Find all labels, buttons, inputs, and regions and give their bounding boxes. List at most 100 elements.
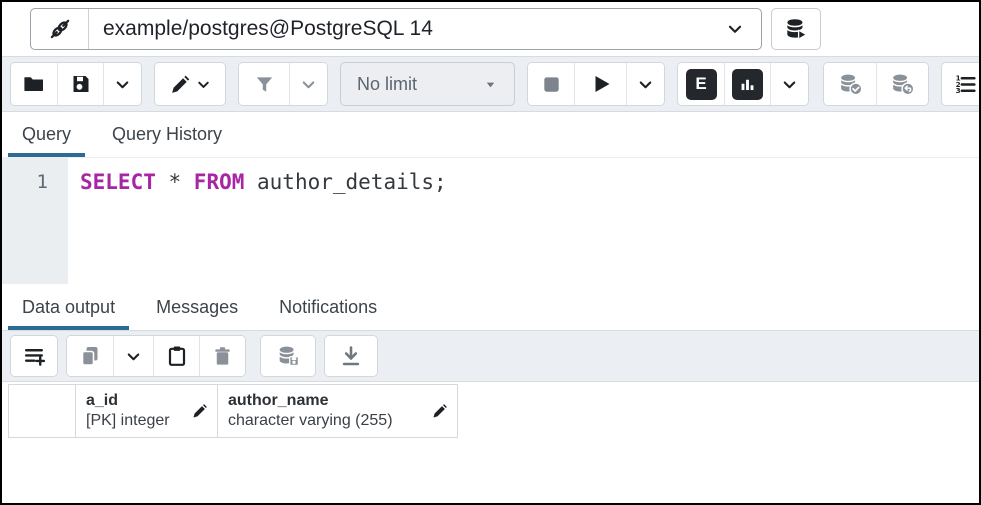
execute-options-button[interactable] bbox=[626, 63, 664, 105]
folder-icon bbox=[22, 72, 46, 96]
trash-icon bbox=[211, 345, 234, 368]
tab-data-output[interactable]: Data output bbox=[8, 284, 129, 330]
column-header-text: author_name character varying (255) bbox=[228, 391, 427, 431]
query-toolbar: No limit bbox=[2, 56, 979, 112]
save-data-group bbox=[260, 335, 316, 377]
edit-button-group bbox=[154, 62, 226, 106]
play-icon bbox=[589, 72, 613, 96]
save-file-button[interactable] bbox=[57, 63, 103, 105]
connection-chevron-down-icon bbox=[709, 18, 761, 40]
edit-menu-button[interactable] bbox=[155, 63, 225, 105]
grid-header-row: a_id [PK] integer author_name character … bbox=[8, 384, 979, 438]
chevron-down-icon bbox=[195, 76, 212, 93]
database-commit-icon bbox=[837, 71, 864, 98]
data-output-toolbar bbox=[2, 330, 979, 382]
sql-editor: 1 SELECT * FROM author_details; bbox=[2, 158, 979, 284]
delete-row-button[interactable] bbox=[199, 336, 245, 376]
tab-query-label: Query bbox=[22, 124, 71, 145]
column-header-author-name[interactable]: author_name character varying (255) bbox=[218, 384, 458, 438]
filter-button[interactable] bbox=[239, 63, 289, 105]
explain-analyze-icon bbox=[732, 69, 763, 100]
tab-messages[interactable]: Messages bbox=[142, 284, 252, 330]
macro-button-group: 1 2 3 bbox=[941, 62, 981, 106]
copy-button[interactable] bbox=[67, 336, 113, 376]
sql-operator: * bbox=[156, 170, 194, 194]
column-name: a_id bbox=[86, 391, 187, 411]
connection-label: example/postgres@PostgreSQL 14 bbox=[89, 17, 709, 41]
tab-data-output-label: Data output bbox=[22, 297, 115, 318]
download-results-button[interactable] bbox=[325, 336, 377, 376]
pencil-icon bbox=[169, 73, 192, 96]
query-tool-window: example/postgres@PostgreSQL 14 bbox=[0, 0, 981, 505]
filter-button-group bbox=[238, 62, 328, 106]
line-number: 1 bbox=[2, 167, 68, 197]
execute-button[interactable] bbox=[574, 63, 626, 105]
edit-column-pencil-icon bbox=[191, 402, 209, 420]
paste-button[interactable] bbox=[153, 336, 199, 376]
column-header-a-id[interactable]: a_id [PK] integer bbox=[76, 384, 218, 438]
column-header-text: a_id [PK] integer bbox=[86, 391, 187, 431]
tab-query-history[interactable]: Query History bbox=[98, 112, 236, 157]
copy-options-button[interactable] bbox=[113, 336, 153, 376]
database-rollback-icon bbox=[889, 71, 916, 98]
output-tabs: Data output Messages Notifications bbox=[2, 284, 979, 330]
execute-button-group bbox=[527, 62, 665, 106]
chevron-down-icon bbox=[124, 347, 143, 366]
explain-icon: E bbox=[686, 69, 717, 100]
download-icon bbox=[339, 344, 363, 368]
add-row-button[interactable] bbox=[11, 336, 57, 376]
open-file-button[interactable] bbox=[11, 63, 57, 105]
database-connect-icon bbox=[783, 16, 809, 42]
explain-options-button[interactable] bbox=[770, 63, 808, 105]
tab-notifications-label: Notifications bbox=[279, 297, 377, 318]
filter-options-button[interactable] bbox=[289, 63, 327, 105]
tab-query[interactable]: Query bbox=[8, 112, 85, 157]
new-connection-button[interactable] bbox=[771, 8, 821, 50]
tab-query-history-label: Query History bbox=[112, 124, 222, 145]
explain-button-group: E bbox=[677, 62, 809, 106]
chevron-down-icon bbox=[113, 75, 132, 94]
macros-button[interactable]: 1 2 3 bbox=[942, 63, 981, 105]
sql-keyword: SELECT bbox=[80, 170, 156, 194]
edit-column-pencil-icon bbox=[431, 402, 449, 420]
explain-button[interactable]: E bbox=[678, 63, 724, 105]
clipboard-group bbox=[66, 335, 246, 377]
add-row-icon bbox=[22, 344, 47, 369]
row-number-header-cell[interactable] bbox=[8, 384, 76, 438]
tab-notifications[interactable]: Notifications bbox=[265, 284, 391, 330]
connection-select[interactable]: example/postgres@PostgreSQL 14 bbox=[30, 8, 762, 50]
transaction-button-group bbox=[823, 62, 929, 106]
stop-button[interactable] bbox=[528, 63, 574, 105]
tab-messages-label: Messages bbox=[156, 297, 238, 318]
save-icon bbox=[69, 72, 93, 96]
rollback-button[interactable] bbox=[876, 63, 928, 105]
chevron-down-icon bbox=[636, 75, 655, 94]
database-save-icon bbox=[275, 343, 302, 370]
filter-icon bbox=[253, 73, 276, 96]
row-limit-value: No limit bbox=[357, 74, 417, 95]
sql-keyword: FROM bbox=[194, 170, 245, 194]
svg-text:3: 3 bbox=[956, 86, 961, 95]
code-line: SELECT * FROM author_details; bbox=[80, 167, 979, 197]
editor-gutter: 1 bbox=[2, 158, 68, 284]
column-type: [PK] integer bbox=[86, 411, 187, 431]
row-limit-select[interactable]: No limit bbox=[340, 62, 515, 106]
save-data-changes-button[interactable] bbox=[261, 336, 315, 376]
explain-analyze-button[interactable] bbox=[724, 63, 770, 105]
editor-tabs: Query Query History bbox=[2, 112, 979, 158]
caret-down-icon bbox=[483, 77, 498, 92]
commit-button[interactable] bbox=[824, 63, 876, 105]
chevron-down-icon bbox=[780, 75, 799, 94]
sql-identifier: author_details; bbox=[244, 170, 446, 194]
save-options-button[interactable] bbox=[103, 63, 141, 105]
code-area[interactable]: SELECT * FROM author_details; bbox=[68, 158, 979, 284]
data-output-grid: a_id [PK] integer author_name character … bbox=[2, 382, 979, 503]
paste-icon bbox=[165, 344, 189, 368]
numbered-list-icon: 1 2 3 bbox=[953, 72, 978, 97]
column-name: author_name bbox=[228, 391, 427, 411]
add-row-group bbox=[10, 335, 58, 377]
copy-icon bbox=[78, 344, 102, 368]
connection-bar: example/postgres@PostgreSQL 14 bbox=[2, 2, 979, 56]
connection-icon bbox=[31, 9, 89, 49]
download-group bbox=[324, 335, 378, 377]
